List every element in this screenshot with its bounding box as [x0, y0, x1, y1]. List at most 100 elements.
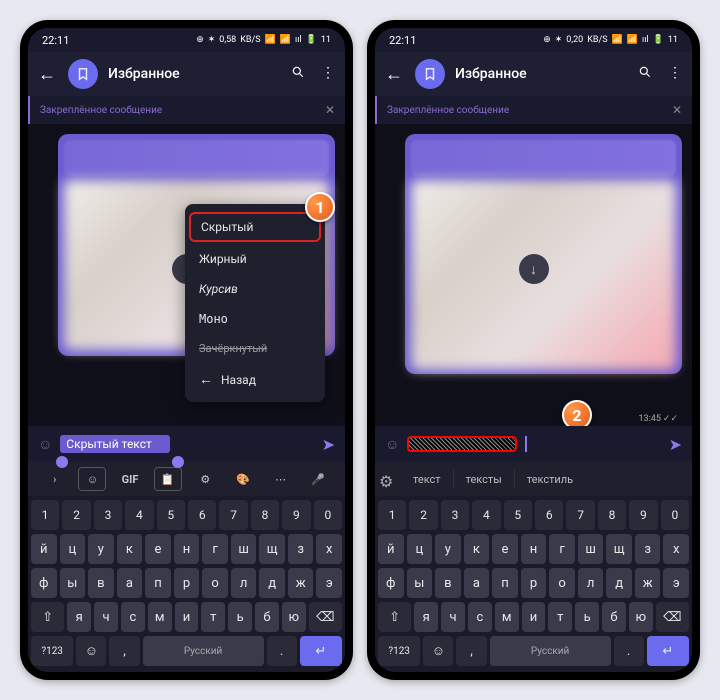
more-icon[interactable]: ⋮: [321, 65, 335, 83]
key-letter[interactable]: ь: [228, 602, 252, 632]
menu-hidden[interactable]: Скрытый: [189, 212, 321, 242]
kb-mic-icon[interactable]: 🎤: [304, 467, 332, 491]
key-letter[interactable]: к: [464, 534, 490, 564]
key-letter[interactable]: п: [145, 568, 171, 598]
key-letter[interactable]: з: [288, 534, 314, 564]
saved-avatar[interactable]: [415, 59, 445, 89]
key-letter[interactable]: м: [148, 602, 172, 632]
suggestion-3[interactable]: текстиль: [515, 470, 585, 488]
kb-settings-icon[interactable]: ⚙: [379, 472, 393, 486]
key-letter[interactable]: о: [202, 568, 228, 598]
key-emoji[interactable]: ☺: [76, 636, 106, 666]
key-7[interactable]: 7: [219, 500, 247, 530]
send-button[interactable]: ➤: [322, 435, 335, 454]
key-0[interactable]: 0: [661, 500, 689, 530]
key-letter[interactable]: е: [145, 534, 171, 564]
key-8[interactable]: 8: [598, 500, 626, 530]
emoji-icon[interactable]: ☺: [385, 436, 399, 453]
key-letter[interactable]: з: [635, 534, 661, 564]
key-letter[interactable]: й: [378, 534, 404, 564]
key-letter[interactable]: с: [468, 602, 492, 632]
menu-bold[interactable]: Жирный: [185, 244, 325, 274]
key-letter[interactable]: ц: [60, 534, 86, 564]
key-letter[interactable]: щ: [259, 534, 285, 564]
kb-settings-icon[interactable]: ⚙: [191, 467, 219, 491]
key-letter[interactable]: в: [435, 568, 461, 598]
scroll-down-button[interactable]: ↓: [519, 254, 549, 284]
key-period[interactable]: .: [267, 636, 297, 666]
key-shift[interactable]: ⇧: [31, 602, 64, 632]
key-2[interactable]: 2: [62, 500, 90, 530]
kb-clipboard-icon[interactable]: 📋: [154, 467, 182, 491]
pinned-message-bar[interactable]: Закреплённое сообщение ✕: [375, 96, 692, 124]
key-letter[interactable]: х: [663, 534, 689, 564]
key-letter[interactable]: п: [492, 568, 518, 598]
key-letter[interactable]: э: [316, 568, 342, 598]
key-letter[interactable]: р: [174, 568, 200, 598]
search-icon[interactable]: [291, 65, 305, 83]
key-5[interactable]: 5: [504, 500, 532, 530]
key-letter[interactable]: э: [663, 568, 689, 598]
key-enter[interactable]: ↵: [647, 636, 689, 666]
message-input[interactable]: Скрытый текст: [60, 435, 170, 453]
key-1[interactable]: 1: [31, 500, 59, 530]
key-letter[interactable]: г: [549, 534, 575, 564]
close-icon[interactable]: ✕: [325, 103, 335, 117]
key-comma[interactable]: ,: [109, 636, 139, 666]
key-letter[interactable]: н: [521, 534, 547, 564]
selection-handles[interactable]: [56, 456, 184, 468]
more-icon[interactable]: ⋮: [668, 65, 682, 83]
key-symbols[interactable]: ?123: [31, 636, 73, 666]
message-input-spoiler[interactable]: [407, 436, 517, 452]
key-letter[interactable]: ц: [407, 534, 433, 564]
key-letter[interactable]: р: [521, 568, 547, 598]
key-letter[interactable]: а: [117, 568, 143, 598]
back-button[interactable]: ←: [385, 64, 405, 85]
pinned-message-bar[interactable]: Закреплённое сообщение ✕: [28, 96, 345, 124]
kb-palette-icon[interactable]: 🎨: [229, 467, 257, 491]
kb-gif-icon[interactable]: GIF: [116, 467, 144, 491]
key-comma[interactable]: ,: [456, 636, 486, 666]
menu-italic[interactable]: Курсив: [185, 274, 325, 304]
key-backspace[interactable]: ⌫: [309, 602, 342, 632]
key-letter[interactable]: ш: [231, 534, 257, 564]
key-5[interactable]: 5: [157, 500, 185, 530]
key-space[interactable]: Русский: [143, 636, 264, 666]
suggestion-1[interactable]: текст: [401, 470, 454, 488]
key-letter[interactable]: и: [522, 602, 546, 632]
key-letter[interactable]: н: [174, 534, 200, 564]
key-letter[interactable]: у: [435, 534, 461, 564]
key-letter[interactable]: б: [255, 602, 279, 632]
key-letter[interactable]: д: [259, 568, 285, 598]
key-0[interactable]: 0: [314, 500, 342, 530]
saved-avatar[interactable]: [68, 59, 98, 89]
key-letter[interactable]: м: [495, 602, 519, 632]
key-letter[interactable]: л: [578, 568, 604, 598]
key-letter[interactable]: ы: [407, 568, 433, 598]
key-letter[interactable]: и: [175, 602, 199, 632]
key-symbols[interactable]: ?123: [378, 636, 420, 666]
key-6[interactable]: 6: [188, 500, 216, 530]
key-shift[interactable]: ⇧: [378, 602, 411, 632]
key-letter[interactable]: б: [602, 602, 626, 632]
kb-more-icon[interactable]: ⋯: [267, 467, 295, 491]
key-letter[interactable]: к: [117, 534, 143, 564]
key-letter[interactable]: ж: [288, 568, 314, 598]
key-letter[interactable]: в: [88, 568, 114, 598]
key-enter[interactable]: ↵: [300, 636, 342, 666]
key-emoji[interactable]: ☺: [423, 636, 453, 666]
key-7[interactable]: 7: [566, 500, 594, 530]
key-letter[interactable]: ш: [578, 534, 604, 564]
suggestion-2[interactable]: тексты: [454, 470, 515, 488]
key-8[interactable]: 8: [251, 500, 279, 530]
key-letter[interactable]: ю: [282, 602, 306, 632]
key-6[interactable]: 6: [535, 500, 563, 530]
key-space[interactable]: Русский: [490, 636, 611, 666]
key-letter[interactable]: т: [201, 602, 225, 632]
key-letter[interactable]: ч: [441, 602, 465, 632]
key-1[interactable]: 1: [378, 500, 406, 530]
key-letter[interactable]: ь: [575, 602, 599, 632]
key-letter[interactable]: ж: [635, 568, 661, 598]
menu-back[interactable]: ←Назад: [185, 363, 325, 396]
search-icon[interactable]: [638, 65, 652, 83]
